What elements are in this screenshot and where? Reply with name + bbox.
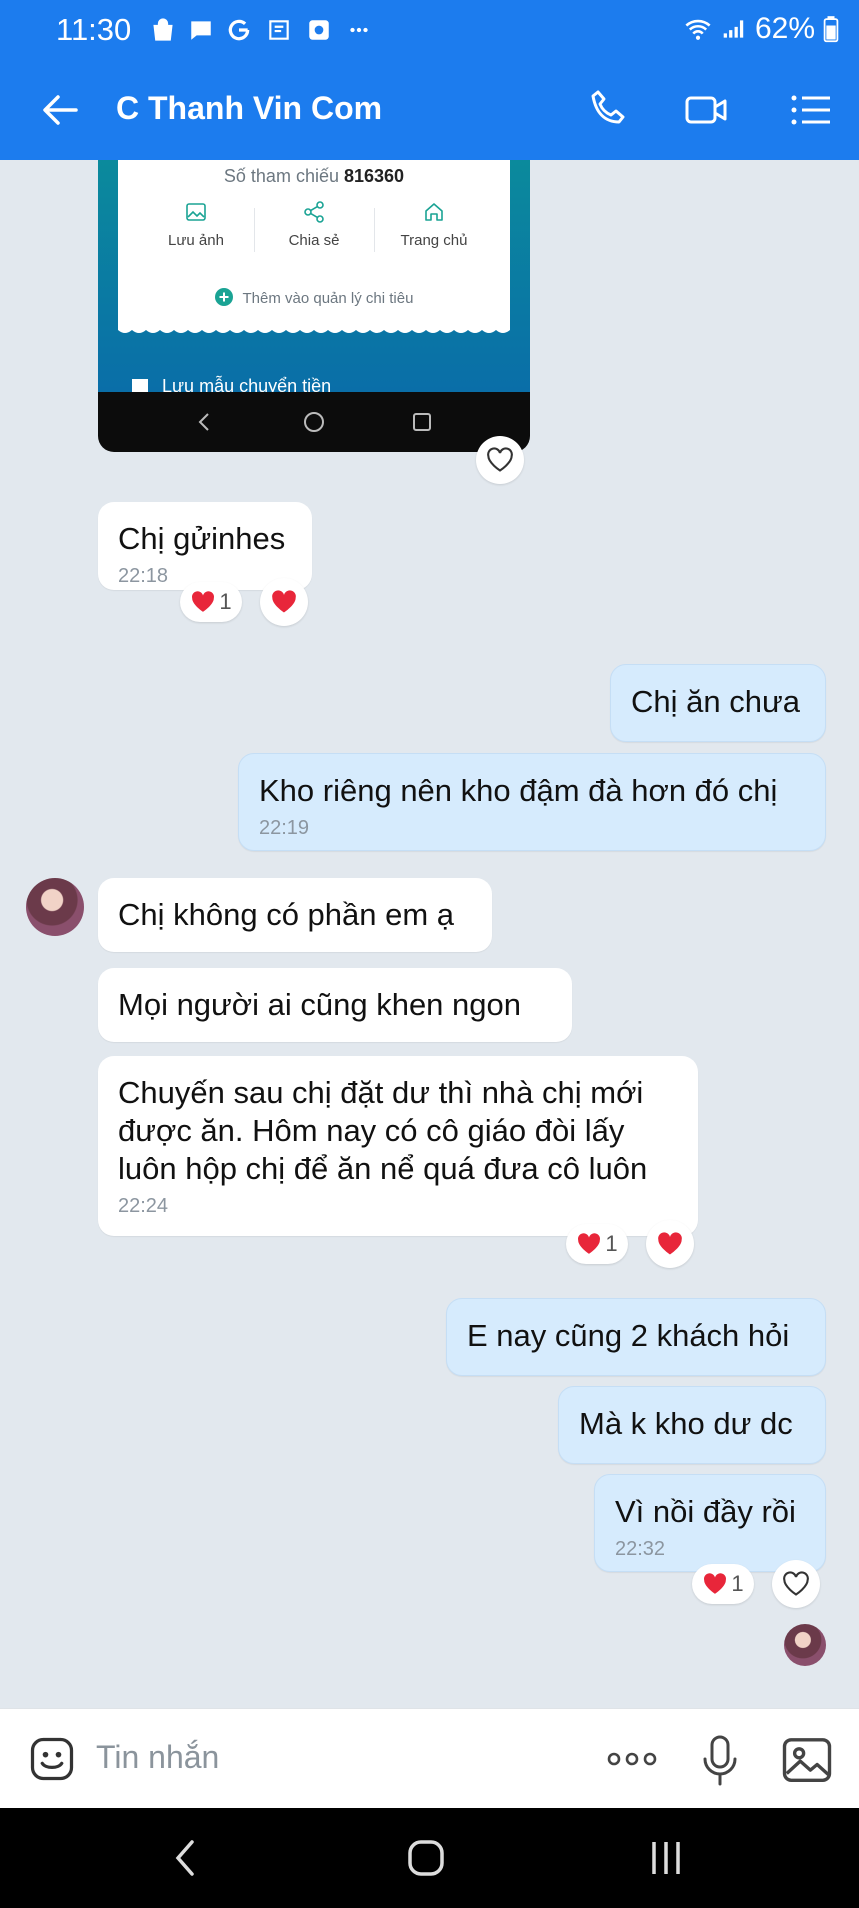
chat-header: C Thanh Vin Com <box>0 60 859 160</box>
system-navigation-bar <box>0 1808 859 1908</box>
google-icon <box>228 19 250 41</box>
status-indicators: 62% <box>683 12 839 46</box>
menu-list-icon[interactable] <box>786 86 834 134</box>
message-bubble[interactable]: Mà k kho dư dc <box>558 1386 826 1464</box>
message-text: Mọi người ai cũng khen ngon <box>118 987 521 1022</box>
phone-icon[interactable] <box>584 86 632 134</box>
screenshot-nav-bar <box>98 392 530 452</box>
message-text: Chị ăn chưa <box>631 684 800 719</box>
battery-icon <box>823 16 839 43</box>
message-bubble[interactable]: Mọi người ai cũng khen ngon <box>98 968 572 1042</box>
home-icon <box>425 203 443 221</box>
reaction-count-badge[interactable]: 1 <box>180 582 242 622</box>
microphone-icon[interactable] <box>700 1733 740 1789</box>
add-to-spending: Thêm vào quản lý chi tiêu <box>118 288 510 307</box>
system-home-icon[interactable] <box>404 1836 448 1880</box>
system-recents-icon[interactable] <box>648 1838 684 1878</box>
message-time: 22:24 <box>118 1195 169 1217</box>
conversation-title[interactable]: C Thanh Vin Com <box>116 90 382 127</box>
more-notifications-icon <box>350 27 368 33</box>
sticker-icon[interactable] <box>26 1733 78 1785</box>
screenshot-home-icon <box>304 412 324 432</box>
reaction-count: 1 <box>605 1231 618 1256</box>
heart-icon <box>192 591 215 612</box>
chat-notification-icon <box>191 21 211 40</box>
video-call-icon[interactable] <box>682 86 730 134</box>
save-image-action: Lưu ảnh <box>136 200 256 249</box>
reference-label: Số tham chiếu <box>223 166 339 186</box>
system-back-icon[interactable] <box>170 1836 200 1880</box>
more-icon[interactable] <box>604 1739 660 1779</box>
message-text: Chuyến sau chị đặt dư thì nhà chị mới đư… <box>118 1075 648 1186</box>
status-time: 11:30 <box>56 12 132 47</box>
avatar[interactable] <box>26 878 84 936</box>
status-bar: 11:30 62% <box>0 0 859 60</box>
message-time: 22:32 <box>615 1538 666 1560</box>
message-bubble[interactable]: Kho riêng nên kho đậm đà hơn đó chị 22:1… <box>238 753 826 851</box>
home-label: Trang chủ <box>400 232 468 249</box>
reaction-count: 1 <box>731 1571 744 1596</box>
app-notification-icon <box>269 20 289 40</box>
heart-outline-icon <box>783 1571 809 1596</box>
message-list[interactable]: Số tham chiếu 816360 Lưu ảnh Chia sẻ Tra… <box>0 160 859 1708</box>
image-icon <box>186 203 206 221</box>
receipt-zigzag-edge <box>118 324 510 333</box>
heart-icon <box>704 1573 727 1594</box>
message-time: 22:19 <box>259 817 310 839</box>
heart-outline-icon <box>487 447 513 472</box>
wifi-icon <box>685 19 711 40</box>
heart-icon <box>272 590 296 613</box>
image-icon[interactable] <box>780 1733 834 1787</box>
message-bubble[interactable]: Chị ăn chưa <box>610 664 826 742</box>
battery-percentage: 62% <box>754 12 815 45</box>
react-heart-button[interactable] <box>772 1560 820 1608</box>
reaction-count-badge[interactable]: 1 <box>566 1224 628 1264</box>
message-input[interactable]: Tin nhắn <box>96 1739 219 1776</box>
back-arrow-icon[interactable] <box>36 86 84 134</box>
shared-image-content: Số tham chiếu 816360 Lưu ảnh Chia sẻ Tra… <box>98 160 530 396</box>
react-heart-button[interactable] <box>476 436 524 484</box>
message-bubble[interactable]: E nay cũng 2 khách hỏi <box>446 1298 826 1376</box>
message-text: Kho riêng nên kho đậm đà hơn đó chị <box>259 773 778 808</box>
message-bubble[interactable]: Chị không có phần em ạ <box>98 878 492 952</box>
reaction-count-badge[interactable]: 1 <box>692 1564 754 1604</box>
share-icon <box>304 201 324 223</box>
shopping-bag-icon <box>153 18 173 41</box>
message-text: E nay cũng 2 khách hỏi <box>467 1318 790 1353</box>
message-bubble[interactable]: Chuyến sau chị đặt dư thì nhà chị mới đư… <box>98 1056 698 1236</box>
screenshot-recents-icon <box>413 413 431 431</box>
shared-image-message[interactable]: Số tham chiếu 816360 Lưu ảnh Chia sẻ Tra… <box>98 160 530 452</box>
reference-line: Số tham chiếu 816360 <box>118 166 510 187</box>
message-text: Chị không có phần em ạ <box>118 897 455 932</box>
message-text: Chị gửinhes <box>118 521 286 556</box>
message-text: Mà k kho dư dc <box>579 1406 793 1441</box>
heart-icon <box>658 1232 682 1255</box>
message-input-bar: Tin nhắn <box>0 1708 859 1809</box>
seen-avatar <box>784 1624 826 1666</box>
react-heart-button[interactable] <box>260 578 308 626</box>
message-text: Vì nồi đầy rồi <box>615 1494 796 1529</box>
signal-icon <box>723 20 744 38</box>
reaction-count: 1 <box>219 589 232 614</box>
message-bubble[interactable]: Chị gửinhes 22:18 <box>98 502 312 590</box>
heart-icon <box>578 1233 601 1254</box>
transfer-receipt: Số tham chiếu 816360 Lưu ảnh Chia sẻ Tra… <box>118 160 510 333</box>
add-to-spending-label: Thêm vào quản lý chi tiêu <box>242 290 414 307</box>
share-action: Chia sẻ <box>254 200 374 249</box>
home-action: Trang chủ <box>374 200 494 249</box>
react-heart-button[interactable] <box>646 1220 694 1268</box>
screenshot-back-icon <box>198 413 209 431</box>
share-label: Chia sẻ <box>288 232 340 249</box>
message-bubble[interactable]: Vì nồi đầy rồi 22:32 <box>594 1474 826 1572</box>
reference-number: 816360 <box>344 166 405 186</box>
task-notification-icon <box>309 20 329 40</box>
plus-circle-icon <box>214 288 233 306</box>
save-image-label: Lưu ảnh <box>168 232 224 249</box>
